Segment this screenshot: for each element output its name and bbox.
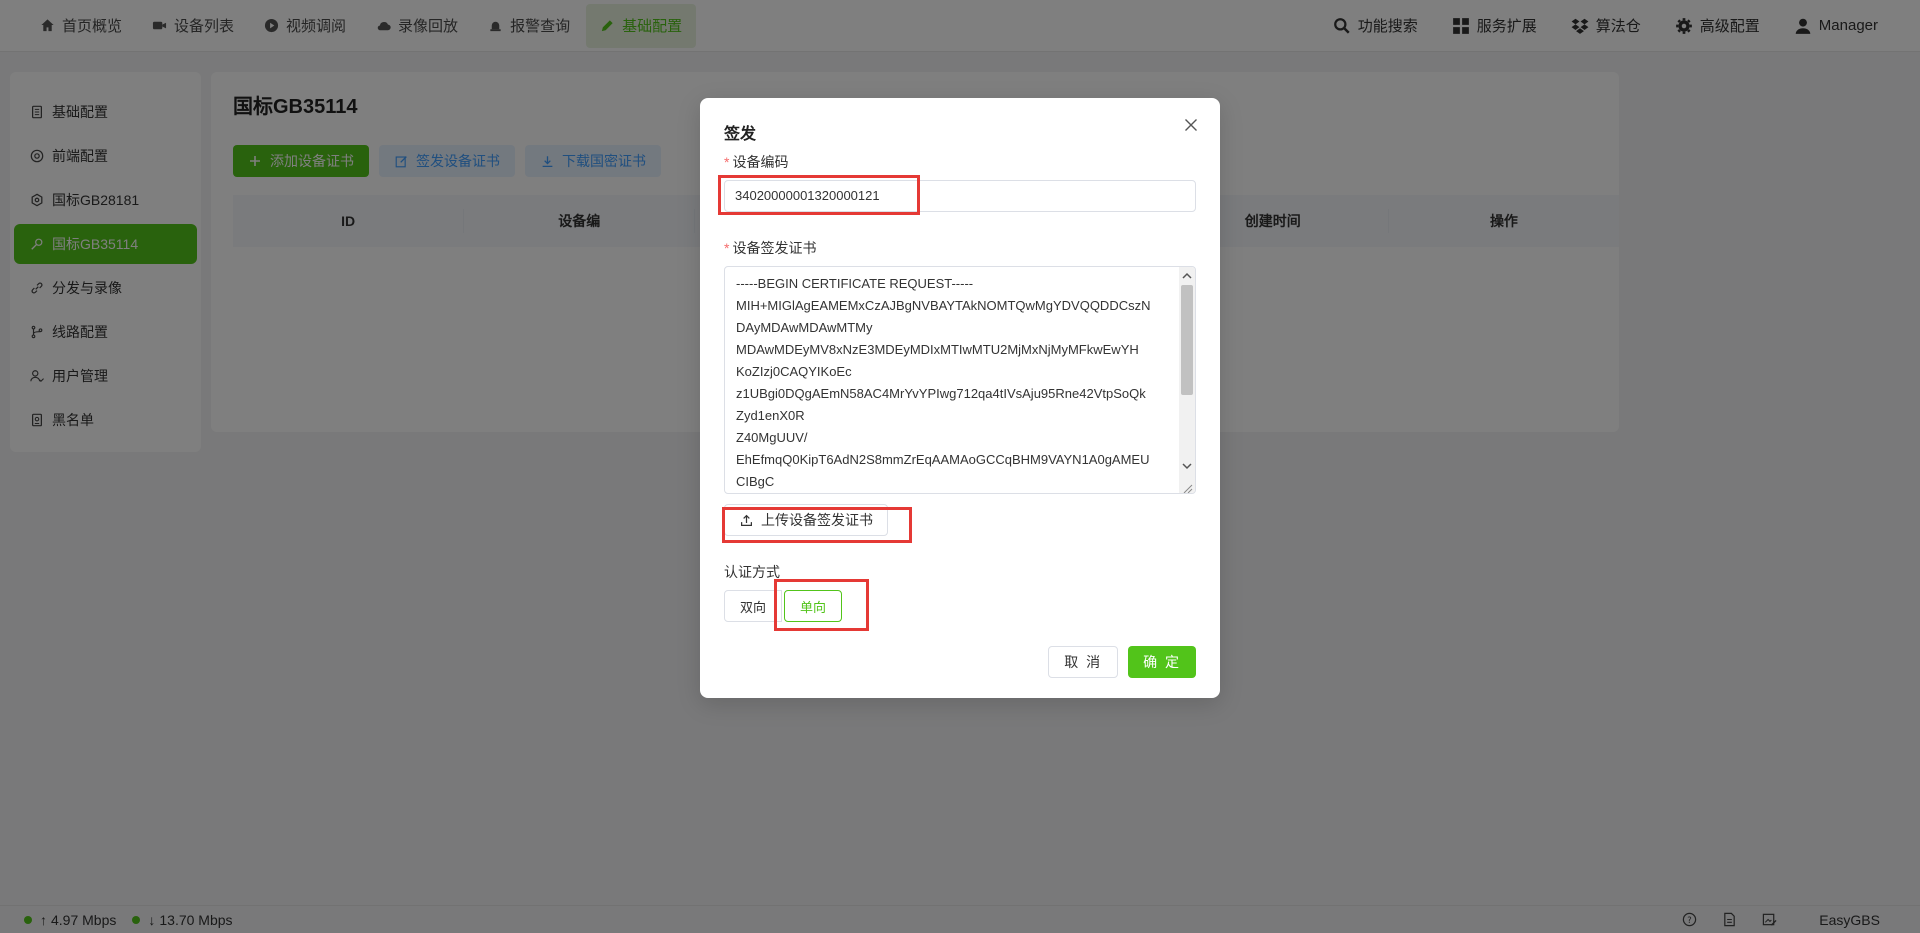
- cert-line: DAyMDAwMDAwMTMy: [736, 320, 873, 335]
- sign-dialog: 签发 * 设备编码 34020000001320000121 * 设备签发证书 --…: [700, 98, 1220, 698]
- device-code-label-text: 设备编码: [732, 154, 789, 170]
- upload-icon: [739, 513, 753, 527]
- device-code-label: * 设备编码: [724, 152, 788, 172]
- auth-mode-label: 认证方式: [724, 564, 780, 580]
- close-icon[interactable]: [1182, 116, 1200, 134]
- confirm-button[interactable]: 确 定: [1128, 646, 1196, 678]
- device-code-input[interactable]: 34020000001320000121: [724, 180, 1196, 212]
- cert-label-text: 设备签发证书: [732, 240, 817, 256]
- cert-line: KoZIzj0CAQYIKoEc: [736, 364, 852, 379]
- cancel-button[interactable]: 取 消: [1048, 646, 1119, 678]
- auth-mode-two-way[interactable]: 双向: [724, 590, 783, 622]
- auth-mode-one-way[interactable]: 单向: [784, 590, 843, 622]
- cert-line: MIH+MIGlAgEAMEMxCzAJBgNVBAYTAkNOMTQwMgYD…: [736, 298, 1151, 313]
- cert-line: Z40MgUUV/: [736, 430, 808, 445]
- dialog-footer: 取 消 确 定: [1038, 646, 1196, 678]
- dialog-title: 签发: [724, 126, 757, 143]
- upload-cert-label: 上传设备签发证书: [761, 512, 873, 528]
- required-mark: *: [724, 154, 730, 170]
- cert-line: -----BEGIN CERTIFICATE REQUEST-----: [736, 276, 974, 291]
- cert-line: z1UBgi0DQgAEmN58AC4MrYvYPIwg712qa4tIVsAj…: [736, 386, 1146, 401]
- cert-textarea[interactable]: -----BEGIN CERTIFICATE REQUEST----- MIH+…: [724, 266, 1196, 494]
- cert-line: Zyd1enX0R: [736, 408, 805, 423]
- cert-line: CIBgC: [736, 474, 775, 489]
- resize-handle-icon[interactable]: [1181, 479, 1193, 493]
- scroll-up-icon[interactable]: [1182, 270, 1192, 280]
- required-mark: *: [724, 240, 730, 256]
- cert-line: MDAwMDEyMV8xNzE3MDEyMDIxMTIwMTU2MjMxNjMy…: [736, 342, 1139, 357]
- upload-cert-button[interactable]: 上传设备签发证书: [724, 504, 888, 536]
- auth-mode-group: 双向 单向: [724, 590, 843, 622]
- cert-line: EhEfmqQ0KipT6AdN2S8mmZrEqAAMAoGCCqBHM9VA…: [736, 452, 1150, 467]
- scrollbar-thumb[interactable]: [1181, 285, 1193, 395]
- textarea-scrollbar[interactable]: [1179, 267, 1195, 493]
- cert-label: * 设备签发证书: [724, 238, 816, 258]
- scroll-down-icon[interactable]: [1182, 461, 1192, 471]
